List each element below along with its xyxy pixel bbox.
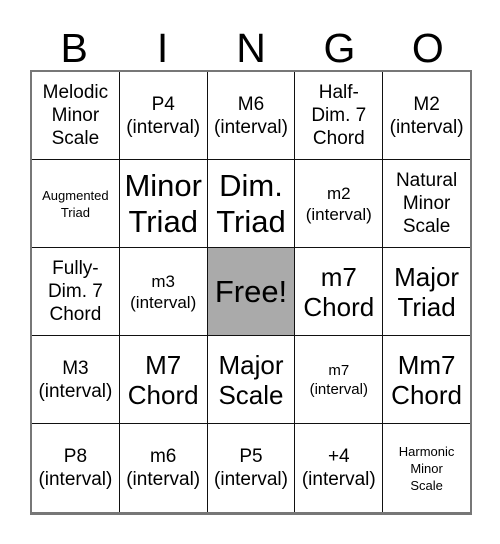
bingo-cell-label: Harmonic Minor Scale [398, 443, 455, 493]
bingo-header-letter-i: I [156, 25, 169, 71]
bingo-cell-label: P4 (interval) [126, 93, 201, 138]
bingo-cell-label: P8 (interval) [38, 446, 113, 490]
bingo-cell[interactable]: Dim. Triad [207, 160, 296, 248]
bingo-cell[interactable]: m2 (interval) [295, 160, 384, 248]
bingo-cell[interactable]: P4 (interval) [119, 72, 208, 160]
bingo-header: B I N G O [30, 14, 472, 70]
bingo-cell[interactable]: Minor Triad [119, 160, 208, 248]
bingo-cell-label: P5 (interval) [214, 446, 288, 490]
bingo-cell[interactable]: m6 (interval) [119, 424, 208, 512]
bingo-cell[interactable]: P5 (interval) [207, 424, 296, 512]
bingo-cell-label: M3 (interval) [38, 357, 113, 402]
bingo-grid: Melodic Minor Scale P4 (interval) M6 (inte… [30, 70, 472, 515]
bingo-cell-label: Minor Triad [124, 167, 202, 239]
bingo-cell[interactable]: Natural Minor Scale [383, 160, 470, 248]
bingo-cell-label: +4 (interval) [301, 446, 376, 490]
bingo-header-letter-o: O [411, 25, 444, 71]
bingo-cell-label: Melodic Minor Scale [42, 82, 109, 149]
bingo-cell[interactable]: Fully- Dim. 7 Chord [32, 248, 120, 336]
bingo-cell-label: m7 (interval) [309, 361, 368, 398]
bingo-cell[interactable]: M3 (interval) [32, 336, 120, 424]
bingo-cell-label: m6 (interval) [126, 446, 201, 490]
bingo-cell-label: M6 (interval) [214, 93, 288, 138]
bingo-row: P8 (interval) m6 (interval) P5 (interval) +… [32, 424, 470, 512]
bingo-cell[interactable]: Harmonic Minor Scale [383, 424, 470, 512]
bingo-cell[interactable]: Major Triad [383, 248, 470, 336]
bingo-cell-label: m7 Chord [303, 261, 375, 322]
bingo-cell-label: Dim. Triad [216, 167, 286, 239]
bingo-cell[interactable]: Mm7 Chord [383, 336, 470, 424]
bingo-row: Fully- Dim. 7 Chord m3 (interval) Free! m7 … [32, 248, 470, 336]
bingo-cell-label: Augmented Triad [42, 187, 109, 220]
bingo-cell-label: Free! [214, 273, 288, 309]
bingo-cell-label: M7 Chord [127, 349, 199, 410]
bingo-cell[interactable]: M6 (interval) [207, 72, 296, 160]
bingo-cell[interactable]: Major Scale [207, 336, 296, 424]
bingo-cell[interactable]: Half- Dim. 7 Chord [295, 72, 384, 160]
bingo-card: B I N G O Melodic Minor Scale P4 (interva… [0, 0, 500, 544]
bingo-cell[interactable]: m3 (interval) [119, 248, 208, 336]
bingo-row: Melodic Minor Scale P4 (interval) M6 (inte… [32, 72, 470, 160]
bingo-cell-label: Half- Dim. 7 Chord [311, 82, 367, 149]
bingo-row: M3 (interval) M7 Chord Major Scale m7 (inte… [32, 336, 470, 424]
bingo-cell[interactable]: M7 Chord [119, 336, 208, 424]
bingo-header-letter-n: N [236, 25, 266, 71]
bingo-cell[interactable]: m7 (interval) [295, 336, 384, 424]
bingo-cell[interactable]: Melodic Minor Scale [32, 72, 120, 160]
bingo-cell-label: Major Triad [394, 261, 460, 322]
bingo-header-letter-g: G [323, 25, 356, 71]
bingo-cell-label: Fully- Dim. 7 Chord [47, 258, 103, 325]
bingo-cell-free-space[interactable]: Free! [207, 248, 296, 336]
bingo-header-letter-b: B [60, 25, 88, 71]
bingo-cell-label: m2 (interval) [305, 183, 372, 224]
bingo-cell-label: Natural Minor Scale [395, 170, 458, 237]
bingo-cell-label: Mm7 Chord [391, 349, 462, 410]
bingo-cell[interactable]: M2 (interval) [383, 72, 470, 160]
bingo-cell-label: Major Scale [218, 349, 284, 410]
bingo-cell[interactable]: P8 (interval) [32, 424, 120, 512]
bingo-cell[interactable]: Augmented Triad [32, 160, 120, 248]
bingo-cell[interactable]: +4 (interval) [295, 424, 384, 512]
bingo-cell[interactable]: m7 Chord [295, 248, 384, 336]
bingo-cell-label: m3 (interval) [130, 271, 197, 312]
bingo-row: Augmented Triad Minor Triad Dim. Triad m2 (… [32, 160, 470, 248]
bingo-cell-label: M2 (interval) [389, 93, 464, 138]
